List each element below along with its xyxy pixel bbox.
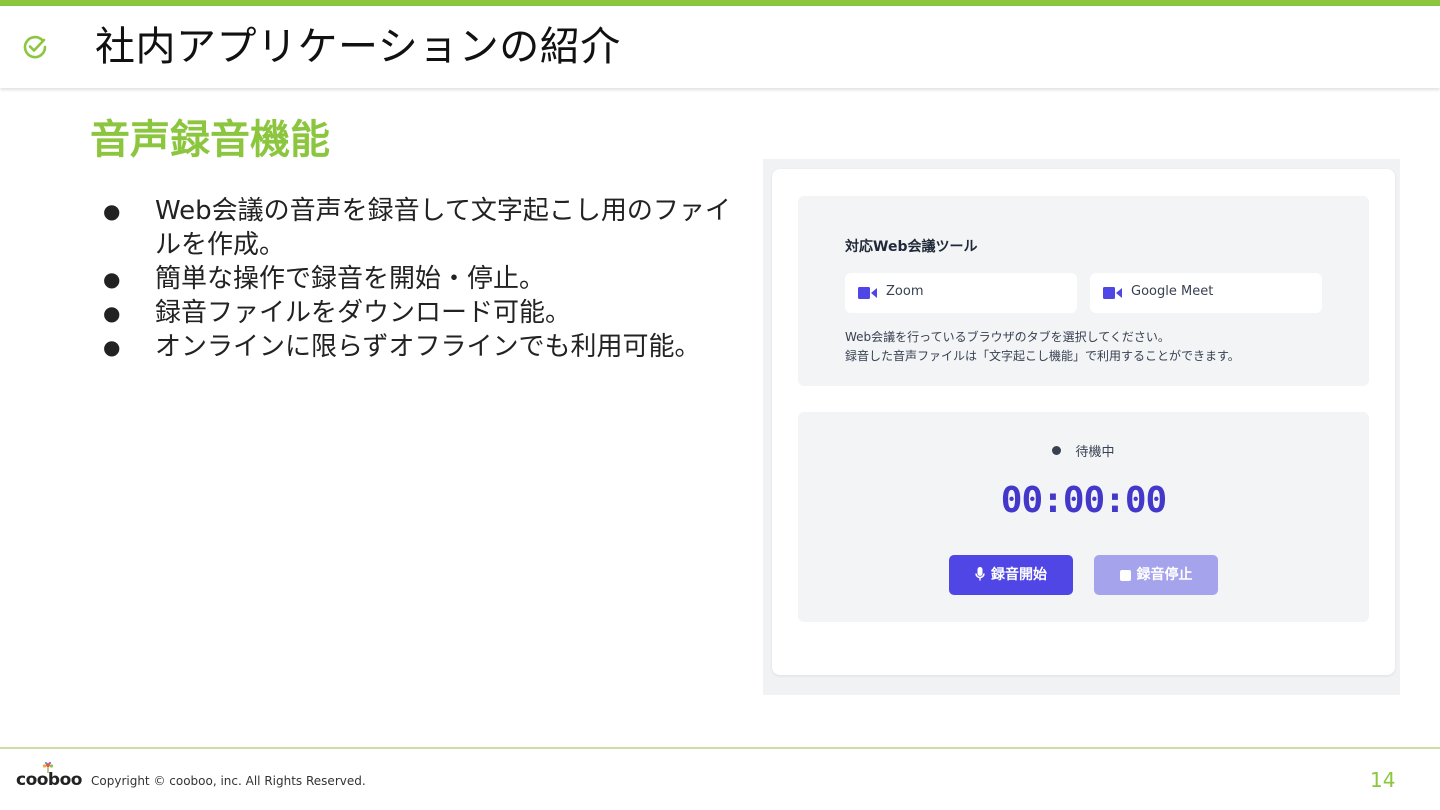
recording-timer: 00:00:00 — [1000, 480, 1167, 521]
stop-recording-button[interactable]: 録音停止 — [1094, 555, 1218, 595]
list-item: ● 録音ファイルをダウンロード可能。 — [103, 298, 572, 328]
footer-divider — [0, 747, 1440, 749]
feature-list: ● Web会議の音声を録音して文字起こし用のファイルを作成。 ● 簡単な操作で録音を… — [100, 194, 740, 364]
check-circle-icon — [23, 35, 47, 59]
slide-title: 社内アプリケーションの紹介 — [95, 24, 621, 70]
section-title: 音声録音機能 — [90, 117, 330, 163]
slide-header: 社内アプリケーションの紹介 — [0, 6, 1440, 88]
start-recording-button[interactable]: 録音開始 — [949, 555, 1073, 595]
stop-icon — [1119, 570, 1131, 581]
status-dot — [1052, 446, 1062, 455]
supported-tools-panel: 対応Web会議ツール Zoom Google Meet Web会議を行っているブ… — [798, 196, 1369, 386]
list-item: ● オンラインに限らずオフラインでも利用可能。 — [103, 332, 701, 362]
status-indicator: 待機中 — [798, 441, 1369, 460]
list-item: ● Web会議の音声を録音して文字起こし用のファイルを作成。 — [103, 196, 731, 260]
list-item: ● 簡単な操作で録音を開始・停止。 — [103, 264, 546, 294]
video-camera-icon — [1103, 287, 1122, 299]
app-screenshot: 対応Web会議ツール Zoom Google Meet Web会議を行っているブ… — [763, 159, 1400, 695]
recorder-card: 対応Web会議ツール Zoom Google Meet Web会議を行っているブ… — [772, 169, 1395, 675]
page-number: 14 — [1370, 768, 1396, 792]
tools-title: 対応Web会議ツール — [845, 239, 978, 255]
microphone-icon — [975, 567, 985, 581]
tool-label: Zoom — [886, 284, 924, 299]
status-text: 待機中 — [1075, 445, 1115, 460]
tools-description: Web会議を行っているブラウザのタブを選択してください。 録音した音声ファイルは… — [845, 330, 1240, 363]
tool-chip-google-meet: Google Meet — [1090, 273, 1322, 313]
copyright-text: Copyright © cooboo, inc. All Rights Rese… — [91, 774, 366, 788]
tool-chip-zoom: Zoom — [845, 273, 1077, 313]
tool-label: Google Meet — [1131, 284, 1214, 299]
slide: 社内アプリケーションの紹介 音声録音機能 ● Web会議の音声を録音して文字起こし… — [0, 0, 1440, 810]
recording-panel: 待機中 00:00:00 録音開始 録音停止 — [798, 412, 1369, 622]
video-camera-icon — [858, 287, 877, 299]
cooboo-logo: cooboo — [16, 762, 86, 792]
